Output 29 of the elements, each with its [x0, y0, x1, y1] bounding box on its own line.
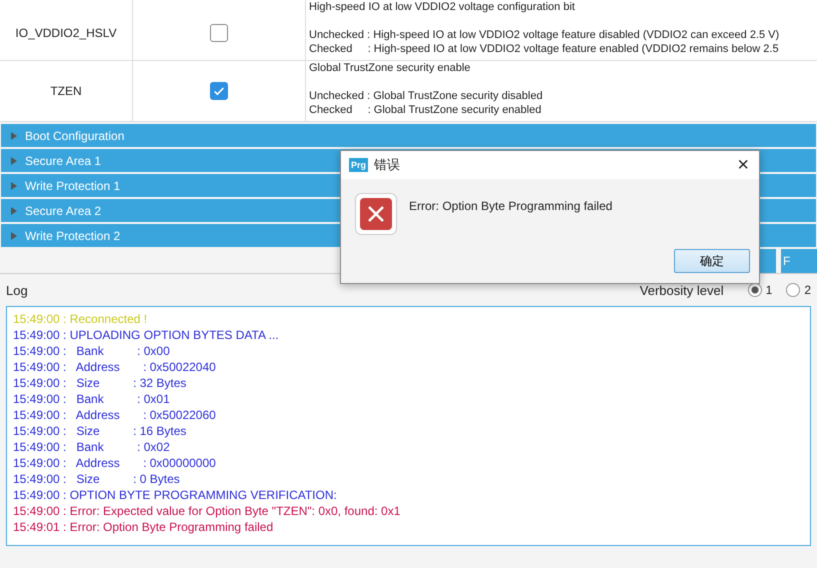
app-badge-icon: Prg — [349, 158, 368, 172]
option-unchecked-text: Unchecked : High-speed IO at low VDDIO2 voltage feature disabled (VDDIO2 can exceed 2.5 V) — [309, 28, 780, 42]
option-name: IO_VDDIO2_HSLV — [15, 26, 117, 40]
log-title: Log — [6, 282, 29, 298]
log-line: 15:49:00 : Bank : 0x01 — [13, 391, 171, 407]
option-checked-text: Checked : Global TrustZone security enabled — [309, 103, 542, 117]
log-line: 15:49:00 : UPLOADING OPTION BYTES DATA ... — [13, 327, 280, 343]
log-line: 15:49:00 : Bank : 0x02 — [13, 439, 171, 455]
log-line: 15:49:00 : Address : 0x50022060 — [13, 407, 217, 423]
verbosity-label: Verbosity level — [640, 282, 724, 298]
log-line: 15:49:00 : Bank : 0x00 — [13, 343, 171, 359]
log-line: 15:49:00 : Size : 32 Bytes — [13, 375, 188, 391]
option-description-title: High-speed IO at low VDDIO2 voltage configuration bit — [309, 0, 576, 14]
option-unchecked-text: Unchecked : Global TrustZone security disabled — [309, 89, 544, 103]
option-description-title: Global TrustZone security enable — [309, 61, 472, 75]
log-line: 15:49:00 : Reconnected ! — [13, 311, 148, 327]
error-message: Error: Option Byte Programming failed — [409, 198, 612, 213]
log-line: 15:49:00 : Error: Expected value for Option Byte "TZEN": 0x0, found: 0x1 — [13, 503, 402, 519]
radio-label: 2 — [804, 283, 811, 297]
log-line: 15:49:00 : Size : 0 Bytes — [13, 471, 181, 487]
option-checked-text: Checked : High-speed IO at low VDDIO2 voltage feature enabled (VDDIO2 remains below 2.5 — [309, 42, 780, 56]
log-line: 15:49:00 : OPTION BYTE PROGRAMMING VERIFICATION: — [13, 487, 338, 503]
log-line: 15:49:01 : Error: Option Byte Programming failed — [13, 519, 274, 535]
option-name: TZEN — [50, 84, 82, 98]
radio-label: 1 — [766, 283, 772, 297]
log-line: 15:49:00 : Address : 0x00000000 — [13, 455, 217, 471]
log-line: 15:49:00 : Address : 0x50022040 — [13, 359, 217, 375]
dialog-title: 错误 — [374, 156, 402, 174]
log-line: 15:49:00 : Size : 16 Bytes — [13, 423, 188, 439]
